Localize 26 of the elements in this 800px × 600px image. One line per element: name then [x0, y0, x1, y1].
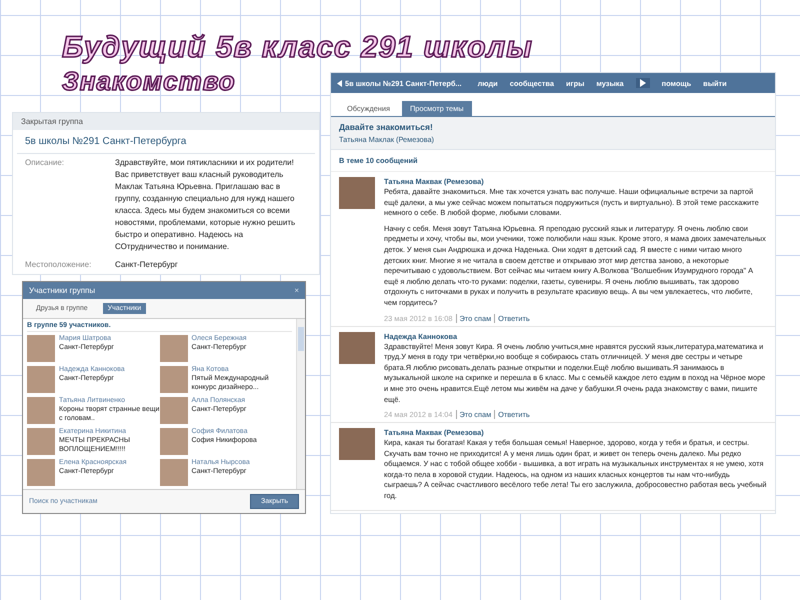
topic-title: Давайте знакомиться! — [339, 122, 434, 132]
photo-placeholder — [160, 459, 188, 486]
field-value: Санкт-Петербург — [115, 259, 179, 271]
dialog-title: Участники группы — [29, 286, 96, 295]
slide-subtitle: Знакомство — [62, 68, 236, 94]
photo-placeholder — [160, 366, 188, 393]
photo-placeholder — [27, 366, 55, 393]
photo-placeholder — [339, 428, 375, 460]
photo-placeholder — [160, 335, 188, 362]
photo-placeholder — [339, 332, 375, 364]
slide-title: Будущий 5в класс 291 школы — [62, 30, 533, 66]
photo-placeholder — [27, 428, 55, 455]
photo-placeholder — [27, 335, 55, 362]
photo-placeholder — [27, 397, 55, 424]
photo-placeholder — [27, 459, 55, 486]
field-label: Описание: — [25, 157, 66, 169]
card-header: Закрытая группа — [13, 113, 319, 130]
photo-placeholder — [339, 177, 375, 209]
field-label: Местоположение: — [25, 259, 92, 271]
field-value: Здравствуйте, мои пятикласники и их родители! Вас приветствует ваш класный руководитель Маклак Татьяна Юрьевна. Приглашаю вас в группу, созданную специально для нужд нашего класса. Здесь мы будем знакомиться со всеми новостями, проблемами, которые нужно решить быстро и оперативно. Надеюсь на СОтрудничество и понимание. — [115, 157, 296, 253]
close-icon[interactable]: × — [294, 286, 299, 295]
back-arrow-icon — [337, 80, 342, 86]
scrollbar[interactable] — [296, 319, 305, 489]
group-name: 5в школы №291 Санкт-Петербурга — [17, 130, 315, 154]
photo-placeholder — [160, 397, 188, 424]
photo-placeholder — [160, 428, 188, 455]
